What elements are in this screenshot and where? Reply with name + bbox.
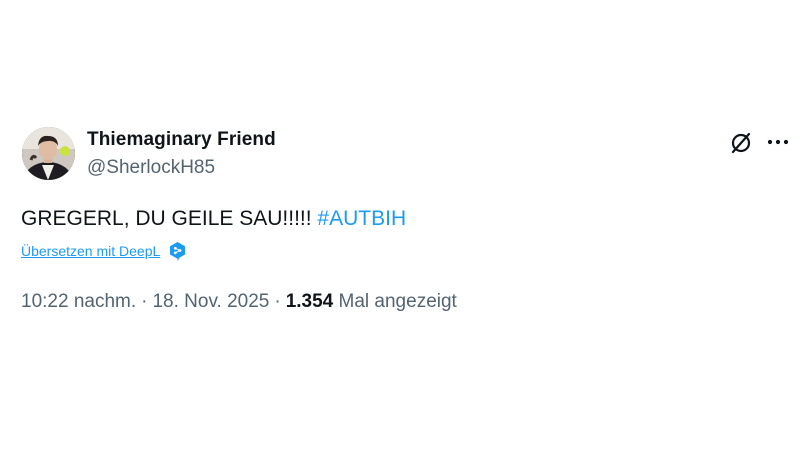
tweet-meta: 10:22 nachm. · 18. Nov. 2025 · 1.354 Mal ang… <box>21 290 457 314</box>
separator: · <box>274 291 281 312</box>
tweet-page: Thiemaginary Friend @SherlockH85 GREGERL… <box>0 0 800 450</box>
user-block: Thiemaginary Friend @SherlockH85 <box>87 128 276 179</box>
separator: · <box>141 291 148 312</box>
tweet-text: GREGERL, DU GEILE SAU!!!!! #AUTBIH <box>21 205 406 233</box>
display-name[interactable]: Thiemaginary Friend <box>87 128 276 152</box>
grok-icon[interactable] <box>728 130 754 156</box>
translate-link[interactable]: Übersetzen mit DeepL <box>21 243 160 259</box>
more-options-icon[interactable] <box>765 130 791 156</box>
views-label: Mal angezeigt <box>338 291 457 312</box>
tweet-time[interactable]: 10:22 nachm. <box>21 291 136 312</box>
user-handle[interactable]: @SherlockH85 <box>87 157 276 179</box>
views-count: 1.354 <box>285 291 334 312</box>
hashtag-link[interactable]: #AUTBIH <box>317 207 406 230</box>
translate-row: Übersetzen mit DeepL <box>21 241 187 261</box>
tweet-date[interactable]: 18. Nov. 2025 <box>152 291 269 312</box>
deepl-icon <box>168 241 187 261</box>
tweet-body: GREGERL, DU GEILE SAU!!!!! <box>21 207 318 230</box>
avatar[interactable] <box>22 127 75 180</box>
